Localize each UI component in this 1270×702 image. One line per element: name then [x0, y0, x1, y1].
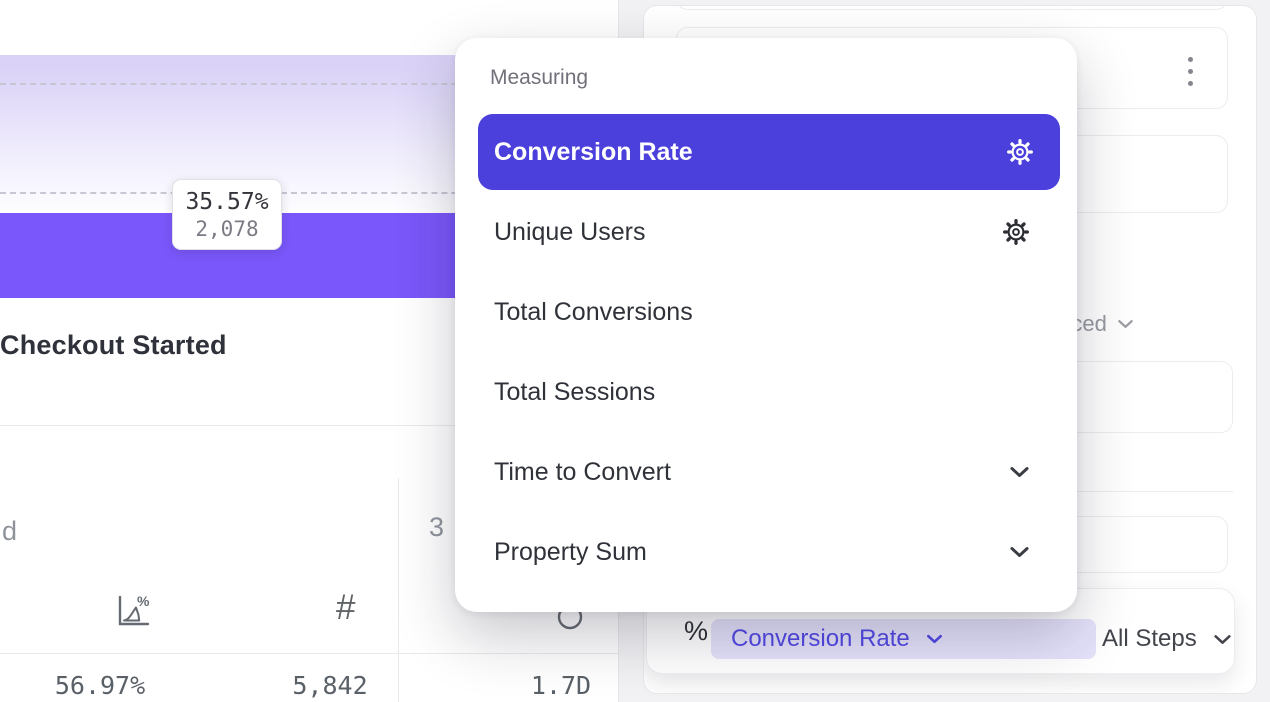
chart-tooltip: 35.57% 2,078 — [172, 179, 282, 250]
chevron-down-icon — [1009, 466, 1030, 478]
tooltip-percent: 35.57% — [185, 189, 268, 215]
chevron-down-icon — [1117, 319, 1134, 329]
menu-item-property-sum[interactable]: Property Sum — [478, 522, 1060, 582]
gear-icon[interactable] — [1002, 218, 1030, 246]
step-title: Checkout Started — [0, 330, 227, 361]
kebab-menu-icon[interactable] — [1188, 57, 1193, 86]
menu-item-conversion-rate[interactable]: Conversion Rate — [478, 114, 1060, 190]
gear-icon[interactable] — [1006, 138, 1034, 166]
table-row-divider — [0, 653, 618, 654]
measuring-section-label: Measuring — [490, 66, 588, 90]
cell-conversion-rate: 56.97% — [25, 671, 175, 700]
measuring-dropdown: Measuring Conversion Rate Unique Users — [455, 38, 1077, 612]
step-group-header-left: d — [2, 516, 17, 547]
tooltip-count: 2,078 — [195, 217, 258, 241]
measuring-chip[interactable]: Conversion Rate — [711, 619, 1096, 659]
menu-item-label: Total Sessions — [494, 378, 655, 407]
chevron-down-icon — [926, 634, 943, 644]
menu-item-total-sessions[interactable]: Total Sessions — [478, 362, 1060, 422]
svg-text:%: % — [137, 593, 150, 609]
steps-dropdown-label: All Steps — [1102, 625, 1197, 653]
cell-count: 5,842 — [255, 671, 405, 700]
menu-item-label: Time to Convert — [494, 458, 671, 487]
measuring-chip-label: Conversion Rate — [731, 625, 910, 653]
menu-item-time-to-convert[interactable]: Time to Convert — [478, 442, 1060, 502]
chevron-down-icon — [1213, 634, 1232, 645]
app-root: 35.57% 2,078 Checkout Started d 3 % # 56… — [0, 0, 1270, 702]
menu-item-label: Total Conversions — [494, 298, 693, 327]
menu-item-label: Conversion Rate — [494, 138, 693, 167]
menu-item-unique-users[interactable]: Unique Users — [478, 202, 1060, 262]
percent-prefix-label: % — [684, 616, 708, 647]
step-group-header-right: 3 — [429, 512, 444, 543]
menu-item-label: Unique Users — [494, 218, 645, 247]
chevron-down-icon — [1009, 546, 1030, 558]
count-column-icon: # — [336, 588, 355, 628]
steps-dropdown[interactable]: All Steps — [1102, 619, 1232, 659]
builder-card-top — [676, 5, 1228, 10]
menu-item-total-conversions[interactable]: Total Conversions — [478, 282, 1060, 342]
table-column-divider — [398, 478, 399, 702]
menu-item-label: Property Sum — [494, 538, 647, 567]
cell-time-to-convert: 1.7D — [486, 671, 636, 700]
conversion-rate-column-icon: % — [112, 592, 152, 635]
